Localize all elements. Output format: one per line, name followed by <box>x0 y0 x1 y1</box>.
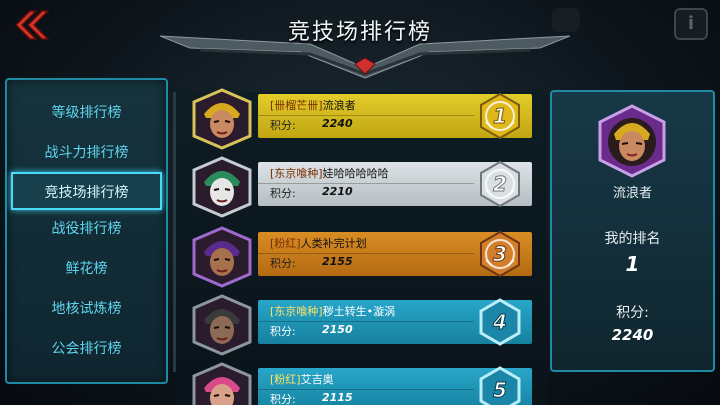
menu-item-power-ranking[interactable]: 战斗力排行榜 <box>11 134 162 172</box>
row-divider <box>258 183 474 184</box>
rank-medal-icon: 3 <box>480 230 520 278</box>
my-player-name: 流浪者 <box>612 186 652 201</box>
row-divider <box>258 115 474 116</box>
row-divider <box>258 321 474 322</box>
score-value: 2210 <box>322 185 353 198</box>
ranking-row[interactable]: [东京喰种]秽土转生•漩涡 积分: 2150 4 <box>180 294 532 356</box>
my-rank-value: 1 <box>625 252 640 276</box>
score-label: 积分: <box>270 393 296 405</box>
menu-item-guild-ranking[interactable]: 公会排行榜 <box>11 330 162 368</box>
score-value: 2240 <box>322 117 353 130</box>
player-name: [粉红]艾吉奥 <box>270 371 334 387</box>
score-label: 积分: <box>270 257 296 270</box>
my-rank-panel: 流浪者 我的排名 1 积分: 2240 <box>550 90 715 372</box>
player-name-text: 艾吉奥 <box>300 373 334 386</box>
ranking-category-menu: 等级排行榜 战斗力排行榜 竞技场排行榜 战役排行榜 鲜花榜 地核试炼榜 公会排行… <box>5 78 168 384</box>
ranking-row[interactable]: [卌榴芒卌]流浪者 积分: 2240 1 <box>180 88 532 150</box>
player-avatar[interactable] <box>186 226 258 288</box>
rank-medal-icon: 4 <box>479 298 521 346</box>
rank-medal-icon: 5 <box>479 366 521 405</box>
my-score-label: 积分: <box>616 305 649 321</box>
rank-medal-icon: 2 <box>480 160 520 208</box>
player-name: [卌榴芒卌]流浪者 <box>270 97 356 113</box>
player-name-text: 人类补完计划 <box>300 237 367 250</box>
rank-number: 5 <box>493 378 507 402</box>
menu-item-level-ranking[interactable]: 等级排行榜 <box>11 94 162 132</box>
rank-medal-icon: 1 <box>480 92 520 140</box>
score-value: 2155 <box>322 255 353 268</box>
score-value: 2150 <box>322 323 353 336</box>
ranking-row[interactable]: [东京喰种]娃哈哈哈哈哈 积分: 2210 2 <box>180 156 532 218</box>
player-name-text: 娃哈哈哈哈哈 <box>322 167 389 180</box>
ranking-row[interactable]: [粉红]艾吉奥 积分: 2115 5 <box>180 362 532 405</box>
my-avatar <box>598 104 666 178</box>
rank-number: 3 <box>493 242 507 266</box>
guild-tag: [粉红] <box>270 373 301 386</box>
player-avatar[interactable] <box>186 362 258 405</box>
score-value: 2115 <box>322 391 353 404</box>
row-divider <box>258 253 474 254</box>
player-name: [东京喰种]秽土转生•漩涡 <box>270 303 395 319</box>
player-name-text: 秽土转生•漩涡 <box>322 305 396 318</box>
score-label: 积分: <box>270 187 296 200</box>
list-scrollbar[interactable] <box>173 92 176 372</box>
guild-tag: [东京喰种] <box>270 167 323 180</box>
rank-number: 1 <box>493 104 507 128</box>
player-avatar[interactable] <box>186 88 258 150</box>
player-avatar[interactable] <box>186 294 258 356</box>
ranking-row[interactable]: [粉红]人类补完计划 积分: 2155 3 <box>180 226 532 288</box>
guild-tag: [粉红] <box>270 237 301 250</box>
menu-item-campaign-ranking[interactable]: 战役排行榜 <box>11 210 162 248</box>
guild-tag: [东京喰种] <box>270 305 323 318</box>
menu-item-arena-ranking[interactable]: 竞技场排行榜 <box>11 172 162 210</box>
row-divider <box>258 389 474 390</box>
page-title: 竞技场排行榜 <box>287 20 432 45</box>
menu-item-core-trial-ranking[interactable]: 地核试炼榜 <box>11 290 162 328</box>
rank-number: 4 <box>492 310 507 334</box>
score-label: 积分: <box>270 119 296 132</box>
my-score-value: 2240 <box>611 326 654 344</box>
player-avatar[interactable] <box>186 156 258 218</box>
score-label: 积分: <box>270 325 296 338</box>
player-name-text: 流浪者 <box>322 99 356 112</box>
player-name: [东京喰种]娃哈哈哈哈哈 <box>270 165 389 181</box>
my-rank-label: 我的排名 <box>604 231 661 247</box>
player-name: [粉红]人类补完计划 <box>270 235 367 251</box>
guild-tag: [卌榴芒卌] <box>270 99 323 112</box>
menu-item-flower-ranking[interactable]: 鲜花榜 <box>11 250 162 288</box>
rank-number: 2 <box>493 172 507 196</box>
